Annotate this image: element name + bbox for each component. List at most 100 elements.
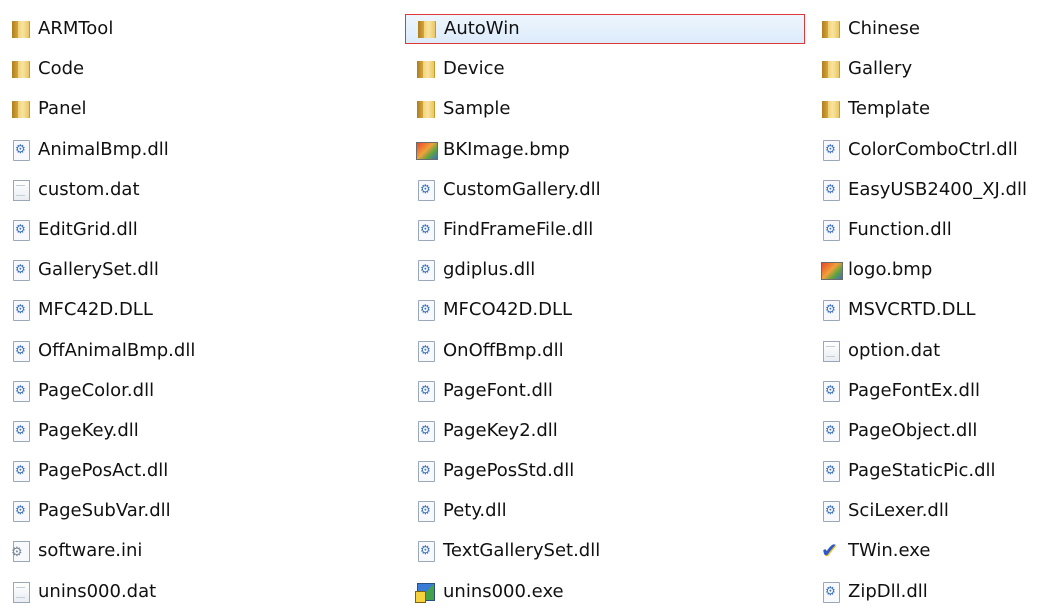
file-item[interactable]: OffAnimalBmp.dll xyxy=(0,336,405,366)
dll-icon xyxy=(415,380,437,402)
file-name: PageObject.dll xyxy=(848,419,978,441)
file-item[interactable]: Function.dll xyxy=(810,215,1060,245)
file-name: PageColor.dll xyxy=(38,379,155,401)
file-item[interactable]: PageSubVar.dll xyxy=(0,496,405,526)
file-name: EditGrid.dll xyxy=(38,218,138,240)
file-item[interactable]: FindFrameFile.dll xyxy=(405,215,810,245)
file-name: Function.dll xyxy=(848,218,952,240)
file-item[interactable]: MFC42D.DLL xyxy=(0,295,405,325)
file-name: ARMTool xyxy=(38,18,114,39)
dll-icon xyxy=(820,179,842,201)
file-name: TWin.exe xyxy=(848,540,931,562)
file-item[interactable]: gdiplus.dll xyxy=(405,255,810,285)
file-item[interactable]: OnOffBmp.dll xyxy=(405,336,810,366)
file-name: Gallery xyxy=(848,58,913,80)
file-list-view: ARMTool Code Panel AnimalBmp.dll custom.dat E… xyxy=(0,0,1060,605)
ini-file-icon xyxy=(10,540,32,563)
file-item[interactable]: Chinese xyxy=(810,14,1060,44)
file-item[interactable]: GallerySet.dll xyxy=(0,255,405,285)
file-name: PagePosAct.dll xyxy=(38,460,169,482)
dll-icon xyxy=(820,460,842,483)
file-item[interactable]: logo.bmp xyxy=(810,255,1060,285)
dll-icon xyxy=(820,420,842,442)
dll-icon xyxy=(820,299,842,322)
dll-icon xyxy=(415,299,437,322)
file-item[interactable]: PageStaticPic.dll xyxy=(810,456,1060,486)
file-name: ZipDll.dll xyxy=(848,580,928,602)
file-item[interactable]: PageFont.dll xyxy=(405,376,810,406)
file-name: MFCO42D.DLL xyxy=(443,299,573,321)
file-item[interactable]: Gallery xyxy=(810,54,1060,84)
file-item[interactable]: EasyUSB2400_XJ.dll xyxy=(810,175,1060,205)
file-item[interactable]: Code xyxy=(0,54,405,84)
file-item[interactable]: Template xyxy=(810,94,1060,124)
folder-icon xyxy=(10,98,32,120)
file-name: CustomGallery.dll xyxy=(443,178,601,200)
file-name: Code xyxy=(38,58,85,80)
dat-file-icon xyxy=(820,340,842,362)
dll-icon xyxy=(415,219,437,241)
file-item[interactable]: PageColor.dll xyxy=(0,376,405,406)
file-item[interactable]: software.ini xyxy=(0,536,405,566)
file-item[interactable]: unins000.exe xyxy=(405,577,810,607)
file-name: Sample xyxy=(443,98,511,120)
file-name: PageKey2.dll xyxy=(443,419,558,441)
file-item[interactable]: SciLexer.dll xyxy=(810,496,1060,526)
file-name: FindFrameFile.dll xyxy=(443,218,594,240)
folder-icon xyxy=(415,98,437,120)
file-name: SciLexer.dll xyxy=(848,500,949,522)
file-item[interactable]: ARMTool xyxy=(0,14,405,44)
file-item[interactable]: TWin.exe xyxy=(810,536,1060,566)
file-item[interactable]: AnimalBmp.dll xyxy=(0,135,405,165)
file-item[interactable]: PageKey.dll xyxy=(0,416,405,446)
file-name: BKImage.bmp xyxy=(443,138,570,160)
file-name: OffAnimalBmp.dll xyxy=(38,339,196,361)
dat-file-icon xyxy=(10,581,32,603)
file-item[interactable]: option.dat xyxy=(810,336,1060,366)
folder-icon xyxy=(415,58,437,80)
file-item[interactable]: PagePosStd.dll xyxy=(405,456,810,486)
file-name: logo.bmp xyxy=(848,259,933,281)
file-name: OnOffBmp.dll xyxy=(443,339,564,361)
file-item[interactable]: TextGallerySet.dll xyxy=(405,536,810,566)
file-name: GallerySet.dll xyxy=(38,259,159,281)
dll-icon xyxy=(415,460,437,483)
file-item[interactable]: Sample xyxy=(405,94,810,124)
dll-icon xyxy=(10,299,32,322)
file-item[interactable]: ColorComboCtrl.dll xyxy=(810,135,1060,165)
file-item[interactable]: PageObject.dll xyxy=(810,416,1060,446)
file-item[interactable]: Device xyxy=(405,54,810,84)
file-item[interactable]: ZipDll.dll xyxy=(810,577,1060,607)
file-item[interactable]: MFCO42D.DLL xyxy=(405,295,810,325)
file-name: PageFont.dll xyxy=(443,379,553,401)
dll-icon xyxy=(10,340,32,362)
file-item[interactable]: PageFontEx.dll xyxy=(810,376,1060,406)
folder-icon xyxy=(820,98,842,120)
file-item[interactable]: Pety.dll xyxy=(405,496,810,526)
file-name: Chinese xyxy=(848,18,920,39)
dll-icon xyxy=(10,139,32,161)
bitmap-icon xyxy=(415,139,438,161)
file-item[interactable]: unins000.dat xyxy=(0,577,405,607)
file-item[interactable]: BKImage.bmp xyxy=(405,135,810,165)
file-item[interactable]: EditGrid.dll xyxy=(0,215,405,245)
file-name: AutoWin xyxy=(444,18,520,39)
setup-exe-icon xyxy=(415,581,437,603)
file-name: unins000.exe xyxy=(443,580,564,602)
folder-icon xyxy=(10,58,32,80)
file-name: MSVCRTD.DLL xyxy=(848,299,976,321)
dll-icon xyxy=(820,500,842,523)
dll-icon xyxy=(10,460,32,483)
file-item[interactable]: Panel xyxy=(0,94,405,124)
dll-icon xyxy=(10,420,32,442)
dll-icon xyxy=(10,380,32,402)
file-item[interactable]: custom.dat xyxy=(0,175,405,205)
dll-icon xyxy=(820,380,842,402)
file-item[interactable]: PagePosAct.dll xyxy=(0,456,405,486)
file-item[interactable]: PageKey2.dll xyxy=(405,416,810,446)
dll-icon xyxy=(820,139,842,161)
file-item[interactable]: AutoWin xyxy=(405,14,805,44)
file-name: AnimalBmp.dll xyxy=(38,138,169,160)
file-item[interactable]: MSVCRTD.DLL xyxy=(810,295,1060,325)
file-item[interactable]: CustomGallery.dll xyxy=(405,175,810,205)
